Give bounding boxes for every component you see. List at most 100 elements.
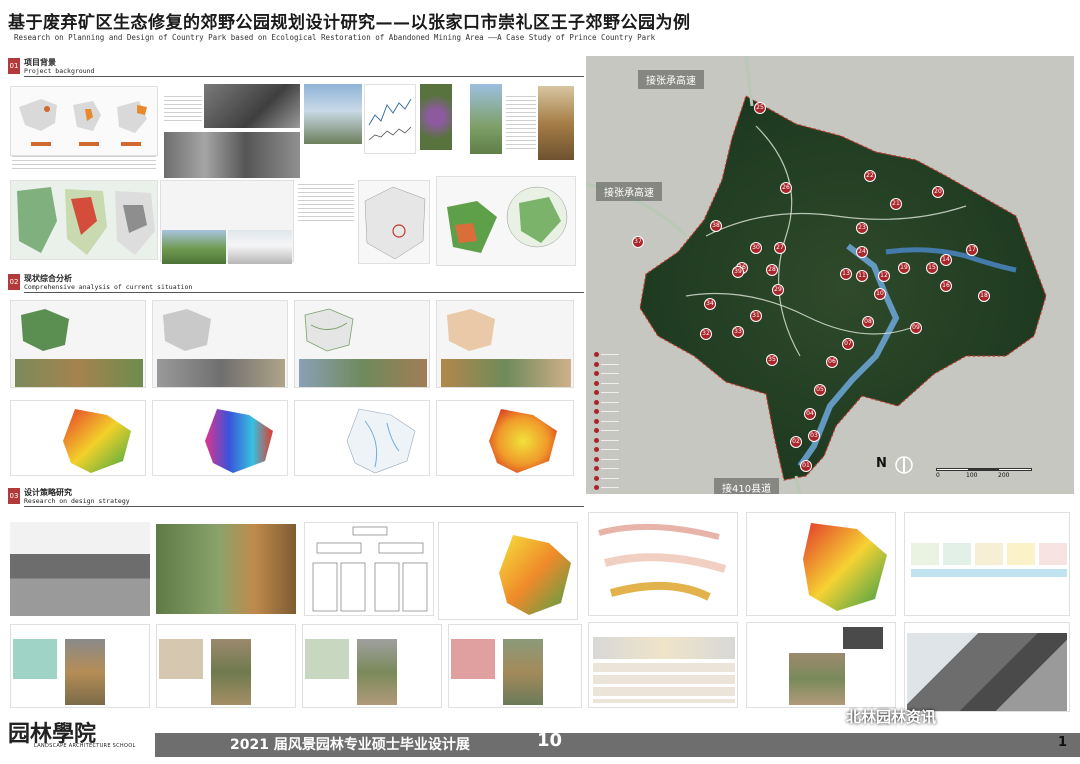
map-marker[interactable]: 23 <box>856 222 868 234</box>
map-marker[interactable]: 17 <box>966 244 978 256</box>
hydrology-map-icon <box>346 408 416 474</box>
map-marker[interactable]: 01 <box>800 460 812 472</box>
legend-item <box>594 427 646 435</box>
map-marker[interactable]: 37 <box>632 236 644 248</box>
text-block <box>506 96 536 152</box>
map-marker[interactable]: 39 <box>732 266 744 278</box>
detail-map <box>305 639 349 679</box>
map-marker[interactable]: 32 <box>700 328 712 340</box>
map-marker[interactable]: 10 <box>874 288 886 300</box>
map-marker[interactable]: 16 <box>940 280 952 292</box>
section-divider <box>24 76 584 77</box>
legend-item <box>594 399 646 407</box>
analysis-photos <box>441 359 571 387</box>
map-marker[interactable]: 27 <box>774 242 786 254</box>
map-marker[interactable]: 38 <box>710 220 722 232</box>
map-marker[interactable]: 06 <box>826 356 838 368</box>
landuse-map-icon <box>447 309 495 351</box>
analysis-block-3 <box>294 300 430 388</box>
legend-item <box>594 456 646 464</box>
legend-item <box>594 351 646 359</box>
elevation-map-icon <box>489 409 557 473</box>
line-chart-icon <box>368 98 412 141</box>
eco-map-icon <box>598 523 727 601</box>
aspect-map <box>152 400 288 476</box>
region-map-icon <box>17 187 155 255</box>
section-divider <box>24 292 584 293</box>
strategy-detail-2 <box>156 624 296 708</box>
map-marker[interactable]: 15 <box>926 262 938 274</box>
map-marker[interactable]: 22 <box>864 170 876 182</box>
analysis-photos <box>15 359 143 387</box>
snow-photo <box>228 230 292 264</box>
detail-photos <box>211 639 251 705</box>
map-marker[interactable]: 07 <box>842 338 854 350</box>
section-title-en: Project background <box>24 67 95 75</box>
map-marker[interactable]: 11 <box>856 270 868 282</box>
map-marker[interactable]: 13 <box>840 268 852 280</box>
map-marker[interactable]: 04 <box>804 408 816 420</box>
map-marker[interactable]: 02 <box>790 436 802 448</box>
section-02-content <box>8 296 578 480</box>
historic-photos <box>164 132 300 178</box>
north-label: N <box>876 456 887 471</box>
map-marker[interactable]: 03 <box>808 430 820 442</box>
detail-photos <box>789 653 845 705</box>
map-marker[interactable]: 30 <box>750 242 762 254</box>
map-marker[interactable]: 28 <box>766 264 778 276</box>
map-marker[interactable]: 09 <box>910 322 922 334</box>
regional-maps <box>10 180 158 260</box>
map-marker[interactable]: 21 <box>890 198 902 210</box>
map-marker[interactable]: 18 <box>978 290 990 302</box>
map-legend <box>594 351 646 494</box>
aspect-map-icon <box>205 409 273 473</box>
school-logo-en: LANDSCAPE ARCHITECTURE SCHOOL <box>34 743 136 749</box>
map-marker[interactable]: 19 <box>898 262 910 274</box>
scale-tick: 200 <box>998 472 1010 479</box>
map-label-highway-left: 接张承高速 <box>596 182 662 201</box>
quarry-photo <box>907 633 1067 711</box>
slope-map-icon <box>63 409 131 473</box>
detail-map <box>159 639 203 679</box>
map-marker[interactable]: 20 <box>932 186 944 198</box>
legend-item <box>594 370 646 378</box>
map-marker[interactable]: 34 <box>704 298 716 310</box>
analysis-block-2 <box>152 300 288 388</box>
map-marker[interactable]: 35 <box>766 354 778 366</box>
map-label-highway-top: 接张承高速 <box>638 70 704 89</box>
exhibition-title: 2021 届风景园林专业硕士毕业设计展 <box>230 737 470 753</box>
section-title-en: Comprehensive analysis of current situat… <box>24 283 193 291</box>
legend-item <box>594 437 646 445</box>
map-marker[interactable]: 29 <box>772 284 784 296</box>
map-marker[interactable]: 12 <box>878 270 890 282</box>
map-marker[interactable]: 14 <box>940 254 952 266</box>
map-marker[interactable]: 26 <box>780 182 792 194</box>
map-marker[interactable]: 31 <box>750 310 762 322</box>
strategy-detail-1 <box>10 624 150 708</box>
green-space-map <box>436 176 576 266</box>
master-plan-map[interactable]: 接张承高速 接张承高速 接410县道 01 02 03 04 05 06 07 … <box>586 56 1074 494</box>
green-map-icon <box>447 186 568 253</box>
map-label-county-road: 接410县道 <box>714 478 780 494</box>
map-marker[interactable]: 33 <box>732 326 744 338</box>
mining-photo <box>204 84 300 128</box>
wechat-watermark: 北林园林资讯 <box>846 708 937 726</box>
exhibition-number: 10 <box>537 730 563 751</box>
scale-tick: 0 <box>936 472 940 479</box>
location-maps <box>10 86 158 156</box>
analysis-block-1 <box>10 300 146 388</box>
map-marker[interactable]: 08 <box>862 316 874 328</box>
map-marker[interactable]: 05 <box>814 384 826 396</box>
strategy-framework <box>304 522 434 616</box>
legend-item <box>594 361 646 369</box>
map-marker[interactable]: 25 <box>754 102 766 114</box>
legend-item <box>594 446 646 454</box>
site-location-map <box>358 180 430 264</box>
strategy-detail-7 <box>904 622 1070 712</box>
north-arrow: N <box>876 454 913 476</box>
map-marker[interactable]: 24 <box>856 246 868 258</box>
ecological-map <box>588 512 738 616</box>
section-01-content <box>8 80 578 270</box>
text-block <box>298 184 354 224</box>
strategy-detail-5 <box>588 622 738 708</box>
